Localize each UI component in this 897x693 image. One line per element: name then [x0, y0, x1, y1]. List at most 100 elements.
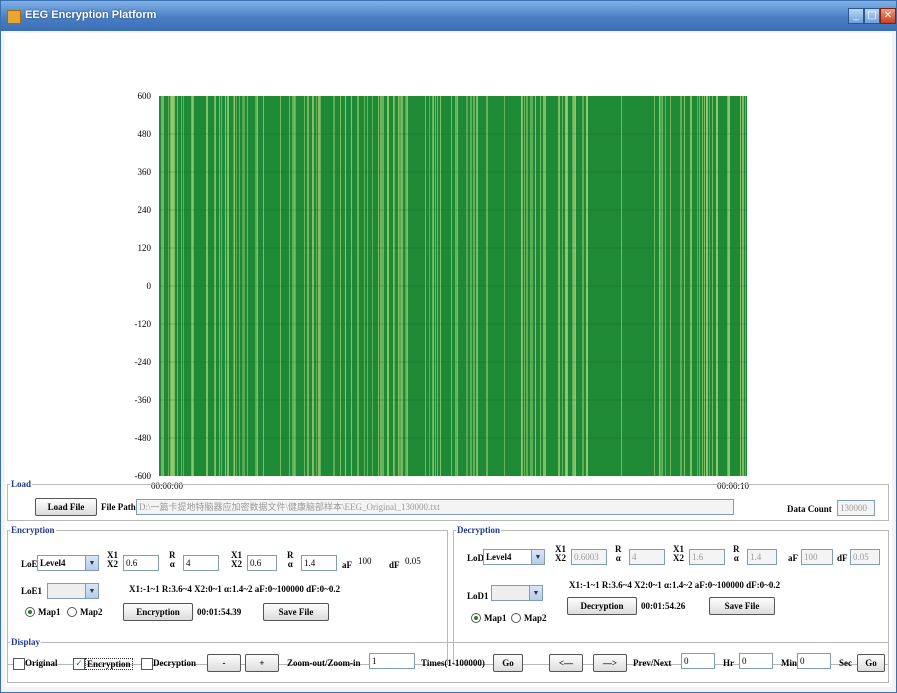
dec-x1x2-input[interactable]: 0.6003 — [571, 549, 607, 565]
next-button[interactable]: —> — [593, 654, 627, 672]
enc-save-file-button[interactable]: Save File — [263, 603, 329, 621]
load-legend: Load — [11, 479, 32, 489]
enc-ranges-text: X1:-1~1 R:3.6~4 X2:0~1 α:1.4~2 aF:0~1000… — [129, 584, 341, 594]
dec-x1x2b-label: X1 X2 — [673, 545, 684, 563]
dec-map1-label: Map1 — [484, 613, 507, 623]
hr-input[interactable]: 0 — [681, 653, 715, 669]
window-title: EEG Encryption Platform — [25, 9, 157, 21]
dec-alphab-label: α — [733, 553, 739, 563]
chevron-down-icon: ▼ — [531, 550, 544, 564]
enc-df-label: dF — [389, 560, 400, 570]
dec-r-alpha-b-label: Rα — [733, 545, 740, 563]
dec-af-input[interactable]: 100 — [801, 549, 833, 565]
encryption-check-label: Encryption — [85, 658, 133, 670]
dec-map1-radio[interactable] — [471, 613, 481, 623]
prev-button[interactable]: <— — [549, 654, 583, 672]
file-path-field[interactable]: D:\一篇卡提地特脑器应加密数据文件\健康脑部样本\EEG_Original_1… — [136, 499, 734, 515]
enc-df-input[interactable]: 0.05 — [402, 553, 438, 569]
enc-x2b-label: X2 — [231, 559, 242, 569]
enc-x1x2b-label: X1 X2 — [231, 551, 242, 569]
lod1-select[interactable]: ▼ — [491, 585, 543, 601]
enc-map2-label: Map2 — [80, 607, 103, 617]
lod-level-select[interactable]: Level4 ▼ — [483, 549, 545, 565]
y-tick-label: 120 — [137, 243, 152, 253]
maximize-button[interactable]: □ — [864, 8, 880, 24]
enc-x2-label: X2 — [107, 559, 118, 569]
time-go-button[interactable]: Go — [857, 654, 885, 672]
loe-level-value: Level4 — [40, 558, 66, 568]
dec-x1x2b-input[interactable]: 1.6 — [689, 549, 725, 565]
dec-x2-label: X2 — [555, 553, 566, 563]
min-input[interactable]: 0 — [739, 653, 773, 669]
y-tick-label: 0 — [146, 281, 152, 291]
dec-r-alpha-b-input[interactable]: 1.4 — [747, 549, 777, 565]
dec-save-file-button[interactable]: Save File — [709, 597, 775, 615]
zoom-in-button[interactable]: + — [245, 654, 279, 672]
client-area: 600 480 360 240 120 0 -120 -240 -360 -480 -600 00:… — [5, 33, 892, 687]
dec-r-alpha-label: Rα — [615, 545, 622, 563]
y-tick-label: -120 — [134, 319, 152, 329]
dec-df-label: dF — [837, 553, 848, 563]
enc-x1x2-input[interactable]: 0.6 — [123, 555, 159, 571]
loe1-label: LoE1 — [21, 586, 43, 596]
dec-ranges-text: X1:-1~1 R:3.6~4 X2:0~1 α:1.4~2 aF:0~1000… — [569, 580, 781, 590]
dec-x2b-label: X2 — [673, 553, 684, 563]
chevron-down-icon: ▼ — [529, 586, 542, 600]
eeg-signal-plot — [159, 96, 747, 476]
enc-map1-label: Map1 — [38, 607, 61, 617]
lod-level-value: Level4 — [486, 552, 512, 562]
loe-level-select[interactable]: Level4 ▼ — [37, 555, 99, 571]
original-label: Original — [25, 658, 58, 668]
file-path-label: File Path — [101, 502, 136, 512]
times-input[interactable]: 1 — [369, 653, 415, 669]
y-tick-label: 240 — [137, 205, 152, 215]
enc-map1-radio[interactable] — [25, 607, 35, 617]
decryption-check-label: Decryption — [153, 658, 196, 668]
y-tick-label: -360 — [134, 395, 152, 405]
minimize-button[interactable]: _ — [848, 8, 864, 24]
enc-alphab-label: α — [287, 559, 293, 569]
display-legend: Display — [11, 637, 41, 647]
chevron-down-icon: ▼ — [85, 584, 98, 598]
load-file-button[interactable]: Load File — [35, 498, 97, 516]
dec-time-label: 00:01:54.26 — [641, 601, 686, 611]
chevron-down-icon: ▼ — [85, 556, 98, 570]
dec-x1x2-label: X1 X2 — [555, 545, 566, 563]
enc-x1x2b-input[interactable]: 0.6 — [247, 555, 277, 571]
loe-label: LoE — [21, 559, 38, 569]
enc-time-label: 00:01:54.39 — [197, 607, 242, 617]
encryption-checkbox[interactable]: ✓ — [73, 658, 85, 670]
hr-label: Hr — [723, 658, 734, 668]
dec-df-input[interactable]: 0.05 — [850, 549, 880, 565]
dec-map2-radio[interactable] — [511, 613, 521, 623]
close-button[interactable]: ✕ — [880, 8, 896, 24]
loe1-select[interactable]: ▼ — [47, 583, 99, 599]
times-label: Times(1-100000) — [421, 658, 485, 668]
zoom-label: Zoom-out/Zoom-in — [287, 658, 361, 668]
enc-map2-radio[interactable] — [67, 607, 77, 617]
decryption-button[interactable]: Decryption — [567, 597, 637, 615]
enc-r-alpha-label: Rα — [169, 551, 176, 569]
enc-r-alpha-b-label: Rα — [287, 551, 294, 569]
lod1-label: LoD1 — [467, 591, 489, 601]
sec-input[interactable]: 0 — [797, 653, 831, 669]
y-tick-label: 360 — [137, 167, 152, 177]
original-checkbox[interactable] — [13, 658, 25, 670]
encryption-legend: Encryption — [11, 525, 55, 535]
sec-label: Sec — [839, 658, 852, 668]
lod-label: LoD — [467, 553, 485, 563]
enc-af-input[interactable]: 100 — [355, 553, 385, 569]
enc-r-alpha-input[interactable]: 4 — [183, 555, 219, 571]
data-count-field[interactable]: 130000 — [837, 500, 875, 516]
title-bar: EEG Encryption Platform _ □ ✕ — [1, 1, 896, 31]
y-tick-label: 480 — [137, 129, 152, 139]
zoom-go-button[interactable]: Go — [493, 654, 523, 672]
zoom-out-button[interactable]: - — [207, 654, 241, 672]
decryption-checkbox[interactable] — [141, 658, 153, 670]
data-count-label: Data Count — [787, 504, 832, 514]
encryption-button[interactable]: Encryption — [123, 603, 193, 621]
app-icon — [7, 10, 21, 24]
enc-r-alpha-b-input[interactable]: 1.4 — [301, 555, 337, 571]
dec-r-alpha-input[interactable]: 4 — [629, 549, 665, 565]
prevnext-label: Prev/Next — [633, 658, 672, 668]
